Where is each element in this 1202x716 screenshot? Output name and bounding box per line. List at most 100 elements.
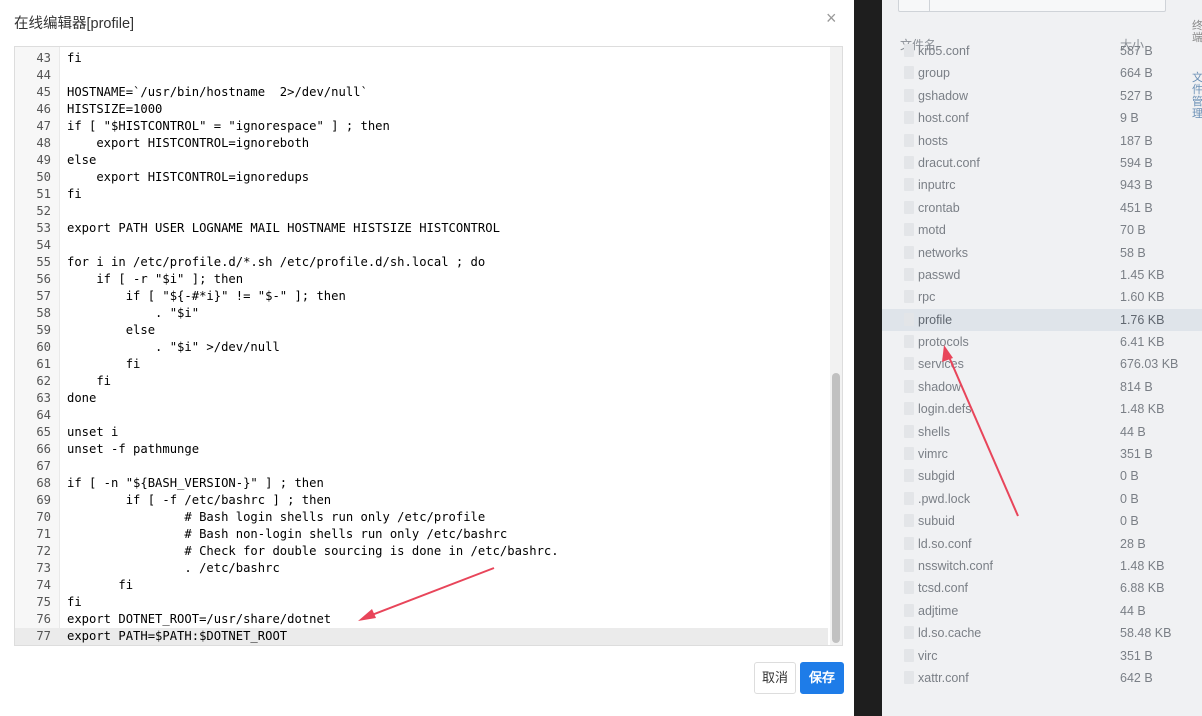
code-line[interactable]: 65 unset i [15, 424, 828, 441]
code-line[interactable]: 47 if [ "$HISTCONTROL" = "ignorespace" ] … [15, 118, 828, 135]
file-row[interactable]: shells 44 B [882, 421, 1202, 443]
file-name: shells [918, 424, 950, 439]
code-line[interactable]: 57 if [ "${-#*i}" != "$-" ]; then [15, 288, 828, 305]
line-number: 59 [36, 323, 51, 337]
code-line[interactable]: 56 if [ -r "$i" ]; then [15, 271, 828, 288]
file-row[interactable]: login.defs 1.48 KB [882, 398, 1202, 420]
code-line[interactable]: 48 export HISTCONTROL=ignoreboth [15, 135, 828, 152]
code-line[interactable]: 45 HOSTNAME=`/usr/bin/hostname 2>/dev/nul… [15, 84, 828, 101]
line-number: 44 [36, 68, 51, 82]
file-name: adjtime [918, 603, 959, 618]
code-line[interactable]: 61 fi [15, 356, 828, 373]
code-line[interactable]: 49 else [15, 152, 828, 169]
file-row[interactable]: tcsd.conf 6.88 KB [882, 577, 1202, 599]
file-icon [904, 379, 914, 393]
save-button[interactable]: 保存 [800, 662, 844, 694]
file-row[interactable]: xattr.conf 642 B [882, 667, 1202, 689]
code-line[interactable]: 52 [15, 203, 828, 220]
code-line[interactable]: 74 fi [15, 577, 828, 594]
file-row[interactable]: hosts 187 B [882, 130, 1202, 152]
code-line[interactable]: 55 for i in /etc/profile.d/*.sh /etc/prof… [15, 254, 828, 271]
cancel-button[interactable]: 取消 [754, 662, 796, 694]
file-row[interactable]: ld.so.cache 58.48 KB [882, 622, 1202, 644]
file-icon [904, 670, 914, 684]
file-row[interactable]: .pwd.lock 0 B [882, 488, 1202, 510]
file-row[interactable]: profile 1.76 KB [882, 308, 1202, 332]
code-line[interactable]: 68 if [ -n "${BASH_VERSION-}" ] ; then [15, 475, 828, 492]
side-label-terminal[interactable]: 终端 [1192, 20, 1202, 44]
code-line[interactable]: 64 [15, 407, 828, 424]
file-row[interactable]: krb5.conf 587 B [882, 40, 1202, 62]
line-number: 43 [36, 51, 51, 65]
line-number: 54 [36, 238, 51, 252]
code-line[interactable]: 62 fi [15, 373, 828, 390]
file-row[interactable]: host.conf 9 B [882, 107, 1202, 129]
code-line[interactable]: 43 fi [15, 50, 828, 67]
file-name: protocols [918, 335, 969, 350]
code-area[interactable]: 43 fi 44 45 HOSTNAME=`/usr/bin/hostname 2>/d… [15, 47, 828, 645]
code-line[interactable]: 53 export PATH USER LOGNAME MAIL HOSTNAME… [15, 220, 828, 237]
line-number: 50 [36, 170, 51, 184]
code-line[interactable]: 51 fi [15, 186, 828, 203]
file-row[interactable]: group 664 B [882, 62, 1202, 84]
file-row[interactable]: protocols 6.41 KB [882, 331, 1202, 353]
code-line[interactable]: 76 export DOTNET_ROOT=/usr/share/dotnet [15, 611, 828, 628]
code-line[interactable]: 54 [15, 237, 828, 254]
line-number: 72 [36, 544, 51, 558]
file-row[interactable]: rpc 1.60 KB [882, 286, 1202, 308]
file-row[interactable]: passwd 1.45 KB [882, 264, 1202, 286]
code-line[interactable]: 60 . "$i" >/dev/null [15, 339, 828, 356]
file-row[interactable]: inputrc 943 B [882, 174, 1202, 196]
path-bar[interactable] [898, 0, 1166, 12]
file-size: 351 B [1120, 648, 1153, 663]
code-line[interactable]: 71 # Bash non-login shells run only /etc… [15, 526, 828, 543]
file-row[interactable]: crontab 451 B [882, 197, 1202, 219]
file-row[interactable]: ld.so.conf 28 B [882, 533, 1202, 555]
file-row[interactable]: dracut.conf 594 B [882, 152, 1202, 174]
code-line[interactable]: 75 fi [15, 594, 828, 611]
code-line[interactable]: 73 . /etc/bashrc [15, 560, 828, 577]
editor-scrollbar[interactable] [830, 47, 842, 645]
file-name: subuid [918, 514, 955, 529]
code-line[interactable]: 67 [15, 458, 828, 475]
code-editor[interactable]: 43 fi 44 45 HOSTNAME=`/usr/bin/hostname 2>/d… [14, 46, 843, 646]
code-line[interactable]: 69 if [ -f /etc/bashrc ] ; then [15, 492, 828, 509]
file-row[interactable]: subuid 0 B [882, 510, 1202, 532]
file-row[interactable]: subgid 0 B [882, 465, 1202, 487]
file-name: crontab [918, 200, 960, 215]
code-text: fi [67, 595, 82, 609]
file-row[interactable]: services 676.03 KB [882, 353, 1202, 375]
code-line[interactable]: 58 . "$i" [15, 305, 828, 322]
scrollbar-thumb[interactable] [832, 373, 840, 643]
file-row[interactable]: virc 351 B [882, 645, 1202, 667]
file-name: group [918, 66, 950, 81]
close-icon[interactable]: × [826, 8, 837, 29]
file-size: 594 B [1120, 155, 1153, 170]
file-row[interactable]: gshadow 527 B [882, 85, 1202, 107]
code-text: . /etc/bashrc [67, 561, 280, 575]
file-row[interactable]: motd 70 B [882, 219, 1202, 241]
code-line[interactable]: 50 export HISTCONTROL=ignoredups [15, 169, 828, 186]
file-size: 1.48 KB [1120, 558, 1165, 573]
file-icon [904, 200, 914, 214]
code-line[interactable]: 70 # Bash login shells run only /etc/pro… [15, 509, 828, 526]
file-name: motd [918, 223, 946, 238]
file-icon [904, 558, 914, 572]
file-row[interactable]: networks 58 B [882, 242, 1202, 264]
side-label-file-manager[interactable]: 文件管理 [1192, 72, 1202, 120]
line-number: 53 [36, 221, 51, 235]
code-line[interactable]: 46 HISTSIZE=1000 [15, 101, 828, 118]
file-size: 1.60 KB [1120, 290, 1165, 305]
file-row[interactable]: adjtime 44 B [882, 600, 1202, 622]
file-row[interactable]: vimrc 351 B [882, 443, 1202, 465]
code-line[interactable]: 63 done [15, 390, 828, 407]
code-line[interactable]: 66 unset -f pathmunge [15, 441, 828, 458]
file-row[interactable]: nsswitch.conf 1.48 KB [882, 555, 1202, 577]
code-line[interactable]: 59 else [15, 322, 828, 339]
code-line[interactable]: 44 [15, 67, 828, 84]
file-size: 587 B [1120, 44, 1153, 58]
file-row[interactable]: shadow 814 B [882, 376, 1202, 398]
code-line[interactable]: 72 # Check for double sourcing is done i… [15, 543, 828, 560]
code-line[interactable]: 77 export PATH=$PATH:$DOTNET_ROOT [15, 628, 828, 645]
file-icon [904, 491, 914, 505]
